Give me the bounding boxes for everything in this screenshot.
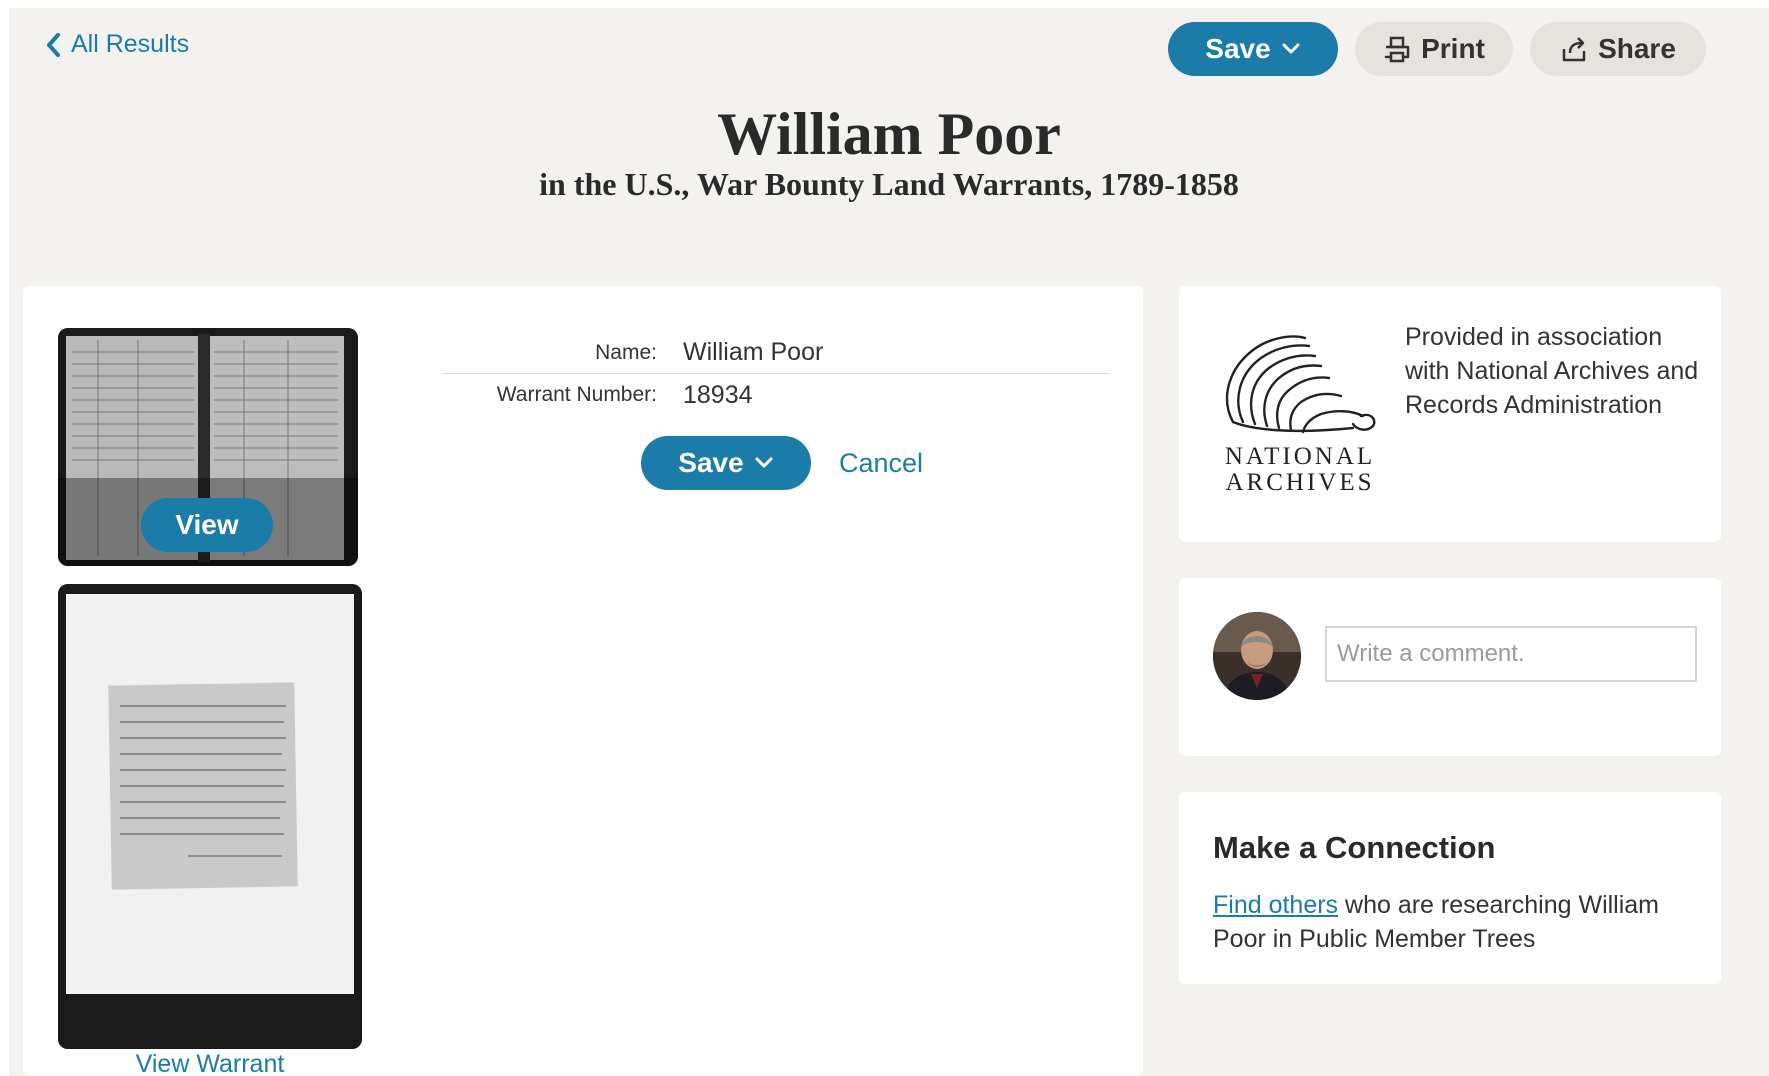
chevron-down-icon bbox=[755, 457, 773, 468]
wordmark-line: NATIONAL bbox=[1224, 443, 1376, 470]
record-image-thumbnail[interactable]: View bbox=[58, 328, 358, 566]
warrant-image bbox=[58, 584, 362, 1049]
view-image-button[interactable]: View bbox=[141, 498, 273, 552]
view-warrant-link[interactable]: View Warrant bbox=[58, 1050, 362, 1076]
save-button[interactable]: Save bbox=[1168, 22, 1338, 76]
field-label: Name: bbox=[595, 340, 657, 364]
print-label: Print bbox=[1421, 33, 1485, 64]
connection-card: Make a Connection Find others who are re… bbox=[1179, 792, 1721, 984]
share-button[interactable]: Share bbox=[1530, 22, 1706, 76]
print-button[interactable]: Print bbox=[1355, 22, 1513, 76]
archives-card: NATIONAL ARCHIVES Provided in associatio… bbox=[1179, 286, 1721, 542]
national-archives-wordmark: NATIONAL ARCHIVES bbox=[1215, 444, 1385, 496]
connection-title: Make a Connection bbox=[1213, 830, 1496, 865]
page-title: William Poor bbox=[717, 101, 1061, 167]
avatar bbox=[1213, 612, 1301, 700]
field-value: 18934 bbox=[683, 380, 753, 409]
field-label: Warrant Number: bbox=[496, 383, 657, 406]
find-others-link[interactable]: Find others bbox=[1213, 891, 1338, 919]
top-actions: Save Print Share bbox=[1168, 22, 1706, 76]
wordmark-line: ARCHIVES bbox=[1225, 469, 1375, 496]
record-fields: Name: William Poor Warrant Number: 18934 bbox=[443, 332, 1109, 416]
chevron-left-icon bbox=[47, 32, 60, 57]
record-card: View View Warrant Name: William Poor War… bbox=[23, 286, 1143, 1076]
printer-icon bbox=[1384, 36, 1410, 63]
all-results-label: All Results bbox=[71, 30, 190, 58]
share-icon bbox=[1562, 37, 1586, 62]
save-label: Save bbox=[1205, 33, 1271, 64]
connection-text: Find others who are researching William … bbox=[1213, 888, 1683, 956]
field-row-name: Name: William Poor bbox=[443, 332, 1109, 374]
comment-input[interactable] bbox=[1325, 626, 1697, 682]
save-record-button[interactable]: Save bbox=[641, 436, 811, 490]
field-row-warrant-number: Warrant Number: 18934 bbox=[443, 374, 1109, 416]
cancel-link[interactable]: Cancel bbox=[839, 448, 923, 479]
national-archives-eagle-logo bbox=[1225, 335, 1376, 434]
page: All Results Save Print Share William Poo… bbox=[9, 8, 1769, 1076]
collection-subtitle: in the U.S., War Bounty Land Warrants, 1… bbox=[539, 166, 1239, 202]
warrant-image-thumbnail[interactable] bbox=[58, 584, 362, 1049]
comment-card bbox=[1179, 578, 1721, 756]
share-label: Share bbox=[1598, 33, 1676, 64]
all-results-link[interactable]: All Results bbox=[45, 30, 189, 59]
record-actions: Save Cancel bbox=[641, 436, 923, 490]
user-photo bbox=[1213, 612, 1301, 700]
chevron-down-icon bbox=[1282, 43, 1300, 54]
save-label: Save bbox=[678, 447, 744, 478]
association-text: Provided in association with National Ar… bbox=[1405, 323, 1699, 419]
field-value: William Poor bbox=[683, 338, 824, 366]
